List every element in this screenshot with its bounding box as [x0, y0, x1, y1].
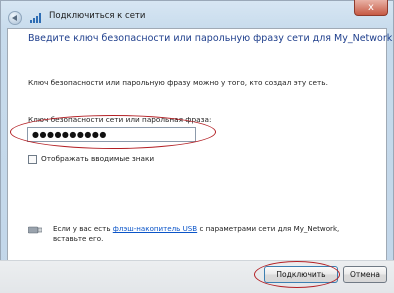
cancel-button[interactable]: Отмена [343, 266, 387, 283]
usb-drive-icon [28, 226, 42, 234]
window-title: Подключиться к сети [49, 11, 146, 21]
usb-hint-line2: вставьте его. [53, 234, 104, 243]
annotation-ellipse-key [10, 115, 216, 149]
back-arrow-icon[interactable] [8, 11, 22, 25]
annotation-ellipse-connect [254, 261, 340, 288]
usb-hint-prefix: Если у вас есть [53, 224, 113, 233]
usb-hint-suffix: с параметрами сети для My_Network, [197, 224, 340, 233]
network-icon [30, 13, 41, 23]
show-characters-checkbox[interactable] [28, 155, 37, 164]
page-heading: Введите ключ безопасности или парольную … [28, 33, 393, 44]
title-bar: Подключиться к сети x [0, 0, 394, 28]
usb-drive-link[interactable]: флэш-накопитель USB [113, 224, 197, 233]
usb-hint-line1: Если у вас есть флэш-накопитель USB с па… [53, 224, 339, 233]
close-button[interactable]: x [354, 0, 388, 16]
show-characters-label[interactable]: Отображать вводимые знаки [41, 154, 154, 163]
description-text: Ключ безопасности или парольную фразу мо… [28, 78, 328, 87]
